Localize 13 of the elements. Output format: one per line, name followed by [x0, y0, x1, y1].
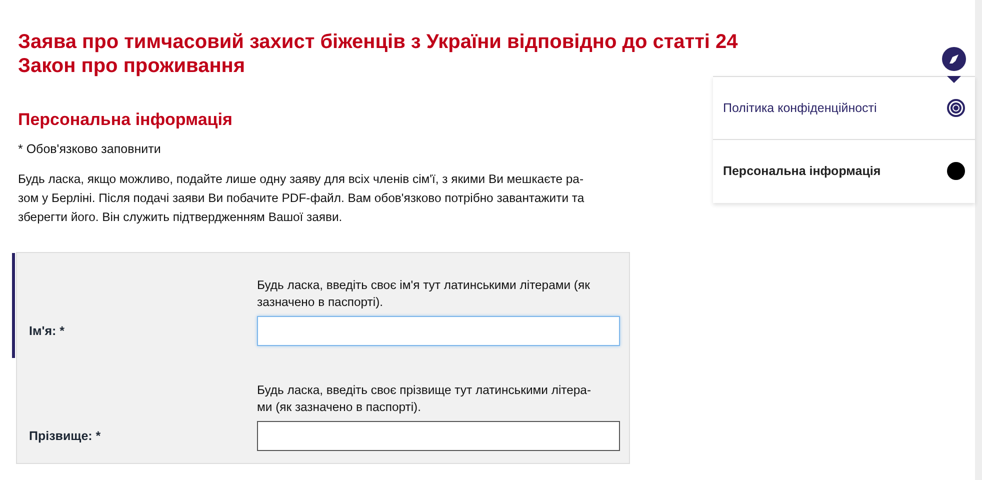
field-label: Прізвище: *: [29, 429, 102, 445]
nav-item[interactable]: Персональна інформація: [713, 140, 976, 202]
page-title: Заява про тимчасовий захист біженців з України відповідно до статті 24 Закон про проживання: [18, 30, 739, 78]
field-hint: Будь ласка, введіть своє ім'я тут латинськими літерами (як зазначено в паспорті).: [257, 277, 591, 311]
scrollbar[interactable]: [975, 0, 982, 480]
compass-icon[interactable]: [941, 46, 968, 84]
text-field[interactable]: [257, 316, 620, 346]
field-hint: Будь ласка, введіть своє прізвище тут латинськими літера- ми (як зазначено в паспорті).: [257, 382, 592, 416]
field-label: Ім'я: *: [29, 324, 66, 340]
text-field[interactable]: [257, 421, 620, 451]
required-note: * Обов'язково заповнити: [18, 142, 162, 156]
intro-text: Будь ласка, якщо можливо, подайте лише одну заяву для всіх членів сім'ї, з якими Ви мешкаєте ра- зом у Берліні. Після подачі заяви Ви побачите PDF-файл. Вам обов'язково потрібно завантажити та зберегти його. Він служить підтвердженням Вашої заяви.: [18, 171, 586, 226]
section-heading: Персональна інформація: [18, 110, 234, 130]
